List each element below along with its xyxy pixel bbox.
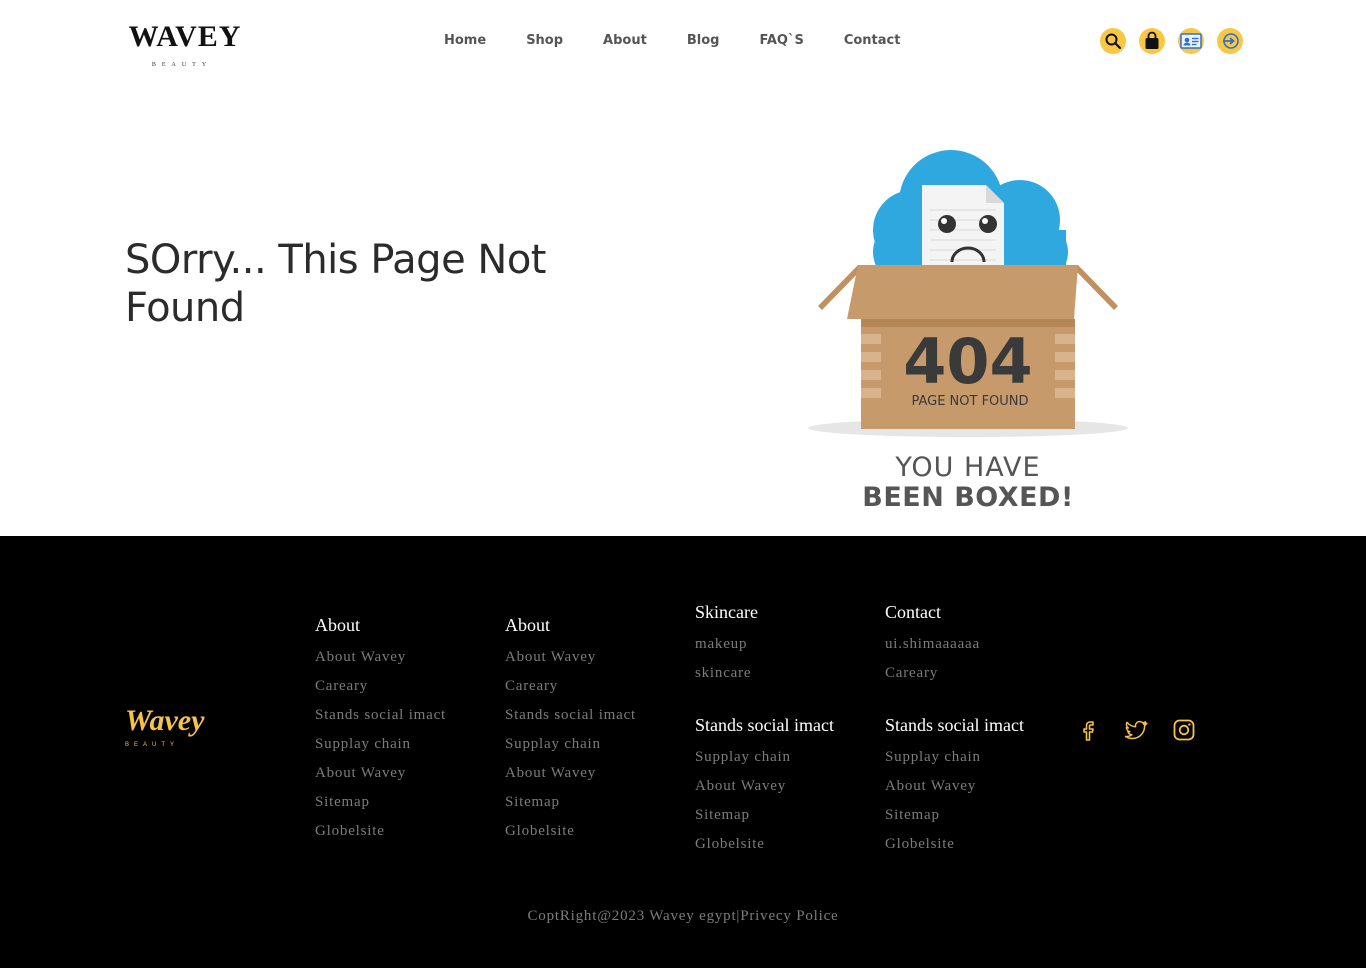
- footer-link[interactable]: Stands social imact: [505, 701, 636, 730]
- footer-logo-text: Wavey: [125, 704, 205, 737]
- twitter-icon[interactable]: [1124, 718, 1148, 742]
- copyright-text: CoptRight@2023 Wavey egypt|Privecy Polic…: [527, 908, 839, 924]
- nav-contact[interactable]: Contact: [844, 33, 901, 48]
- footer-column-about-2: About About Wavey Careary Stands social …: [505, 613, 636, 846]
- facebook-icon[interactable]: [1076, 718, 1100, 742]
- login-icon: [1223, 33, 1239, 49]
- social-links: [1076, 718, 1196, 742]
- logo-text: WAVEY: [128, 20, 242, 53]
- profile-card-icon: [1180, 33, 1202, 49]
- main-nav: Home Shop About Blog FAQ`S Contact: [444, 33, 900, 48]
- site-logo[interactable]: WAVEY BEAUTY: [125, 20, 245, 69]
- footer-link[interactable]: Supplay chain: [315, 730, 446, 759]
- search-icon: [1105, 33, 1122, 50]
- illustration-label: PAGE NOT FOUND: [911, 394, 1028, 409]
- footer-link[interactable]: Supplay chain: [695, 743, 834, 772]
- illustration-caption-line2: BEEN BOXED!: [862, 482, 1074, 513]
- site-header: WAVEY BEAUTY Home Shop About Blog FAQ`S …: [0, 0, 1366, 84]
- cart-button[interactable]: [1139, 28, 1165, 54]
- footer-link[interactable]: Globelsite: [505, 817, 636, 846]
- nav-blog[interactable]: Blog: [687, 33, 720, 48]
- footer-column-title: About: [505, 615, 550, 635]
- footer-link[interactable]: Sitemap: [315, 788, 446, 817]
- footer-link[interactable]: Supplay chain: [505, 730, 636, 759]
- footer-link[interactable]: Globelsite: [695, 830, 834, 859]
- illustration-caption-line1: YOU HAVE: [895, 452, 1041, 483]
- shopping-bag-icon: [1145, 31, 1159, 49]
- footer-link[interactable]: About Wavey: [505, 643, 636, 672]
- site-footer: Wavey BEAUTY About About Wavey Careary S…: [0, 536, 1366, 968]
- footer-link[interactable]: About Wavey: [315, 759, 446, 788]
- footer-logo-subtext: BEAUTY: [125, 742, 180, 748]
- footer-column-social-impact-2: Stands social imact Supplay chain About …: [885, 713, 1024, 859]
- footer-column-title: Stands social imact: [885, 715, 1024, 735]
- login-button[interactable]: [1217, 28, 1243, 54]
- illustration-code: 404: [903, 325, 1032, 398]
- footer-column-skincare: Skincare makeup skincare: [695, 600, 758, 688]
- instagram-icon[interactable]: [1172, 718, 1196, 742]
- footer-link[interactable]: About Wavey: [315, 643, 446, 672]
- footer-link[interactable]: About Wavey: [885, 772, 1024, 801]
- search-button[interactable]: [1100, 28, 1126, 54]
- footer-link[interactable]: makeup: [695, 630, 758, 659]
- footer-column-title: Contact: [885, 602, 941, 622]
- nav-about[interactable]: About: [603, 33, 647, 48]
- profile-button[interactable]: [1178, 28, 1204, 54]
- footer-logo[interactable]: Wavey BEAUTY: [125, 704, 204, 748]
- footer-link[interactable]: Globelsite: [315, 817, 446, 846]
- footer-column-title: Skincare: [695, 602, 758, 622]
- nav-faqs[interactable]: FAQ`S: [759, 33, 803, 48]
- footer-link[interactable]: About Wavey: [505, 759, 636, 788]
- footer-link[interactable]: Careary: [505, 672, 636, 701]
- footer-column-social-impact-1: Stands social imact Supplay chain About …: [695, 713, 834, 859]
- footer-column-about-1: About About Wavey Careary Stands social …: [315, 613, 446, 846]
- logo-subtext: BEAUTY: [151, 62, 213, 68]
- footer-column-contact: Contact ui.shimaaaaaa Careary: [885, 600, 980, 688]
- footer-link[interactable]: ui.shimaaaaaa: [885, 630, 980, 659]
- nav-home[interactable]: Home: [444, 33, 486, 48]
- header-actions: [1100, 28, 1243, 54]
- footer-link[interactable]: Sitemap: [695, 801, 834, 830]
- footer-link[interactable]: Globelsite: [885, 830, 1024, 859]
- footer-link[interactable]: Sitemap: [505, 788, 636, 817]
- footer-link[interactable]: Careary: [885, 659, 980, 688]
- footer-link[interactable]: About Wavey: [695, 772, 834, 801]
- page-title: SOrry... This Page Not Found: [125, 237, 546, 331]
- box-404-illustration: 404 PAGE NOT FOUND: [808, 150, 1128, 437]
- footer-column-title: Stands social imact: [695, 715, 834, 735]
- footer-link[interactable]: Careary: [315, 672, 446, 701]
- footer-link[interactable]: Supplay chain: [885, 743, 1024, 772]
- nav-shop[interactable]: Shop: [526, 33, 563, 48]
- footer-column-title: About: [315, 615, 360, 635]
- footer-link[interactable]: skincare: [695, 659, 758, 688]
- footer-link[interactable]: Stands social imact: [315, 701, 446, 730]
- footer-link[interactable]: Sitemap: [885, 801, 1024, 830]
